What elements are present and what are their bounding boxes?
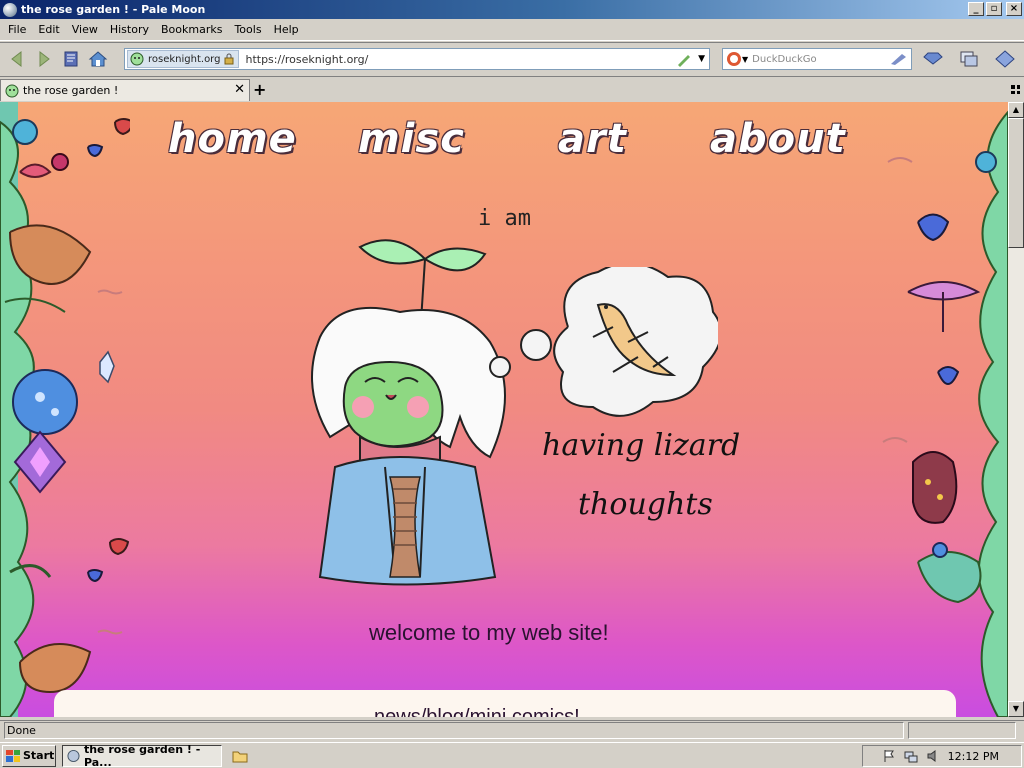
site-navigation: home misc art about <box>160 116 860 170</box>
downloads-icon <box>923 52 943 65</box>
tab-rose-garden[interactable]: the rose garden ! ✕ <box>0 79 250 101</box>
windows-flag-icon <box>6 749 20 762</box>
network-icon[interactable] <box>904 749 918 763</box>
nav-art-link[interactable]: art <box>558 116 627 162</box>
site-identity-label: roseknight.org <box>148 53 221 65</box>
windows-button[interactable] <box>956 46 982 72</box>
vertical-scrollbar[interactable]: ▲ ▼ <box>1008 102 1024 717</box>
clock: 12:12 PM <box>947 749 999 763</box>
search-bar[interactable]: ▼ DuckDuckGo <box>722 48 912 70</box>
right-decorative-border <box>882 110 1008 717</box>
site-identity[interactable]: roseknight.org <box>127 50 240 68</box>
scroll-down-button[interactable]: ▼ <box>1008 701 1024 717</box>
menu-file[interactable]: File <box>2 23 32 36</box>
taskbar-window-button[interactable]: the rose garden ! - Pa... <box>62 742 222 768</box>
thought-bubble <box>489 267 718 417</box>
start-button[interactable]: Start <box>2 744 56 767</box>
flag-icon[interactable] <box>882 749 896 763</box>
site-favicon-icon <box>130 52 144 66</box>
back-icon <box>11 50 22 67</box>
close-window-button[interactable]: × <box>1006 2 1022 16</box>
menu-history[interactable]: History <box>104 23 155 36</box>
minimize-button[interactable]: _ <box>968 2 984 16</box>
status-text: Done <box>4 722 904 739</box>
search-engine-icon[interactable] <box>726 51 742 67</box>
addons-button[interactable] <box>992 46 1018 72</box>
search-go-icon[interactable] <box>890 52 908 66</box>
tab-list-icon[interactable] <box>1011 85 1020 94</box>
menu-bookmarks[interactable]: Bookmarks <box>155 23 228 36</box>
volume-icon[interactable] <box>926 749 940 763</box>
engine-dropdown-icon[interactable]: ▼ <box>742 55 748 64</box>
menu-view[interactable]: View <box>66 23 104 36</box>
menu-edit[interactable]: Edit <box>32 23 65 36</box>
downloads-button[interactable] <box>920 46 946 72</box>
address-bar[interactable]: roseknight.org https://roseknight.org/ ▼ <box>124 48 710 70</box>
having-lizard-text: having lizard <box>542 428 741 463</box>
nav-about-link[interactable]: about <box>710 116 846 162</box>
back-button[interactable] <box>4 46 30 72</box>
restore-button[interactable]: ▫ <box>986 2 1002 16</box>
window-title: the rose garden ! - Pale Moon <box>21 3 206 16</box>
left-decorative-border <box>0 102 130 717</box>
close-tab-icon[interactable]: ✕ <box>234 82 245 97</box>
news-panel: news/blog/mini comics! <box>54 690 956 717</box>
search-input[interactable]: DuckDuckGo <box>752 54 890 65</box>
taskbar: Start the rose garden ! - Pa... 12:12 PM <box>0 742 1024 768</box>
menu-bar: File Edit View History Bookmarks Tools H… <box>0 19 1024 41</box>
folder-icon[interactable] <box>232 748 248 764</box>
scroll-up-button[interactable]: ▲ <box>1008 102 1024 118</box>
page-viewport: home misc art about i am having lizard t… <box>0 102 1008 717</box>
tab-label: the rose garden ! <box>23 84 119 97</box>
new-tab-button[interactable]: + <box>253 80 266 99</box>
reload-button[interactable] <box>58 46 84 72</box>
pale-moon-task-icon <box>67 749 80 762</box>
title-bar: the rose garden ! - Pale Moon _ ▫ × <box>0 0 1024 19</box>
nav-home-link[interactable]: home <box>168 116 297 162</box>
status-cell <box>908 722 1016 739</box>
reload-icon <box>64 51 78 66</box>
home-icon <box>88 50 108 66</box>
welcome-heading: welcome to my web site! <box>369 620 609 645</box>
pale-moon-icon <box>3 2 17 17</box>
bookmark-star-icon[interactable] <box>676 51 692 67</box>
forward-icon <box>39 50 50 67</box>
task-label: the rose garden ! - Pa... <box>83 742 201 768</box>
home-button[interactable] <box>85 46 111 72</box>
url-dropdown-icon[interactable]: ▼ <box>698 54 705 64</box>
addons-icon <box>995 50 1015 68</box>
thoughts-text: thoughts <box>578 487 713 522</box>
news-heading: news/blog/mini comics! <box>374 706 580 717</box>
forward-button[interactable] <box>31 46 57 72</box>
menu-tools[interactable]: Tools <box>228 23 267 36</box>
scroll-thumb[interactable] <box>1008 118 1024 248</box>
nav-misc-link[interactable]: misc <box>358 116 465 162</box>
status-bar: Done <box>0 720 1024 740</box>
navigation-toolbar: roseknight.org https://roseknight.org/ ▼… <box>0 42 1024 74</box>
system-tray: 12:12 PM <box>862 745 1022 767</box>
windows-icon <box>960 51 978 67</box>
tab-bar: the rose garden ! ✕ + <box>0 76 1024 101</box>
menu-help[interactable]: Help <box>268 23 305 36</box>
start-label: Start <box>23 749 55 762</box>
url-text: https://roseknight.org/ <box>245 52 369 66</box>
lock-icon <box>224 53 234 65</box>
tab-favicon-icon <box>5 84 19 97</box>
